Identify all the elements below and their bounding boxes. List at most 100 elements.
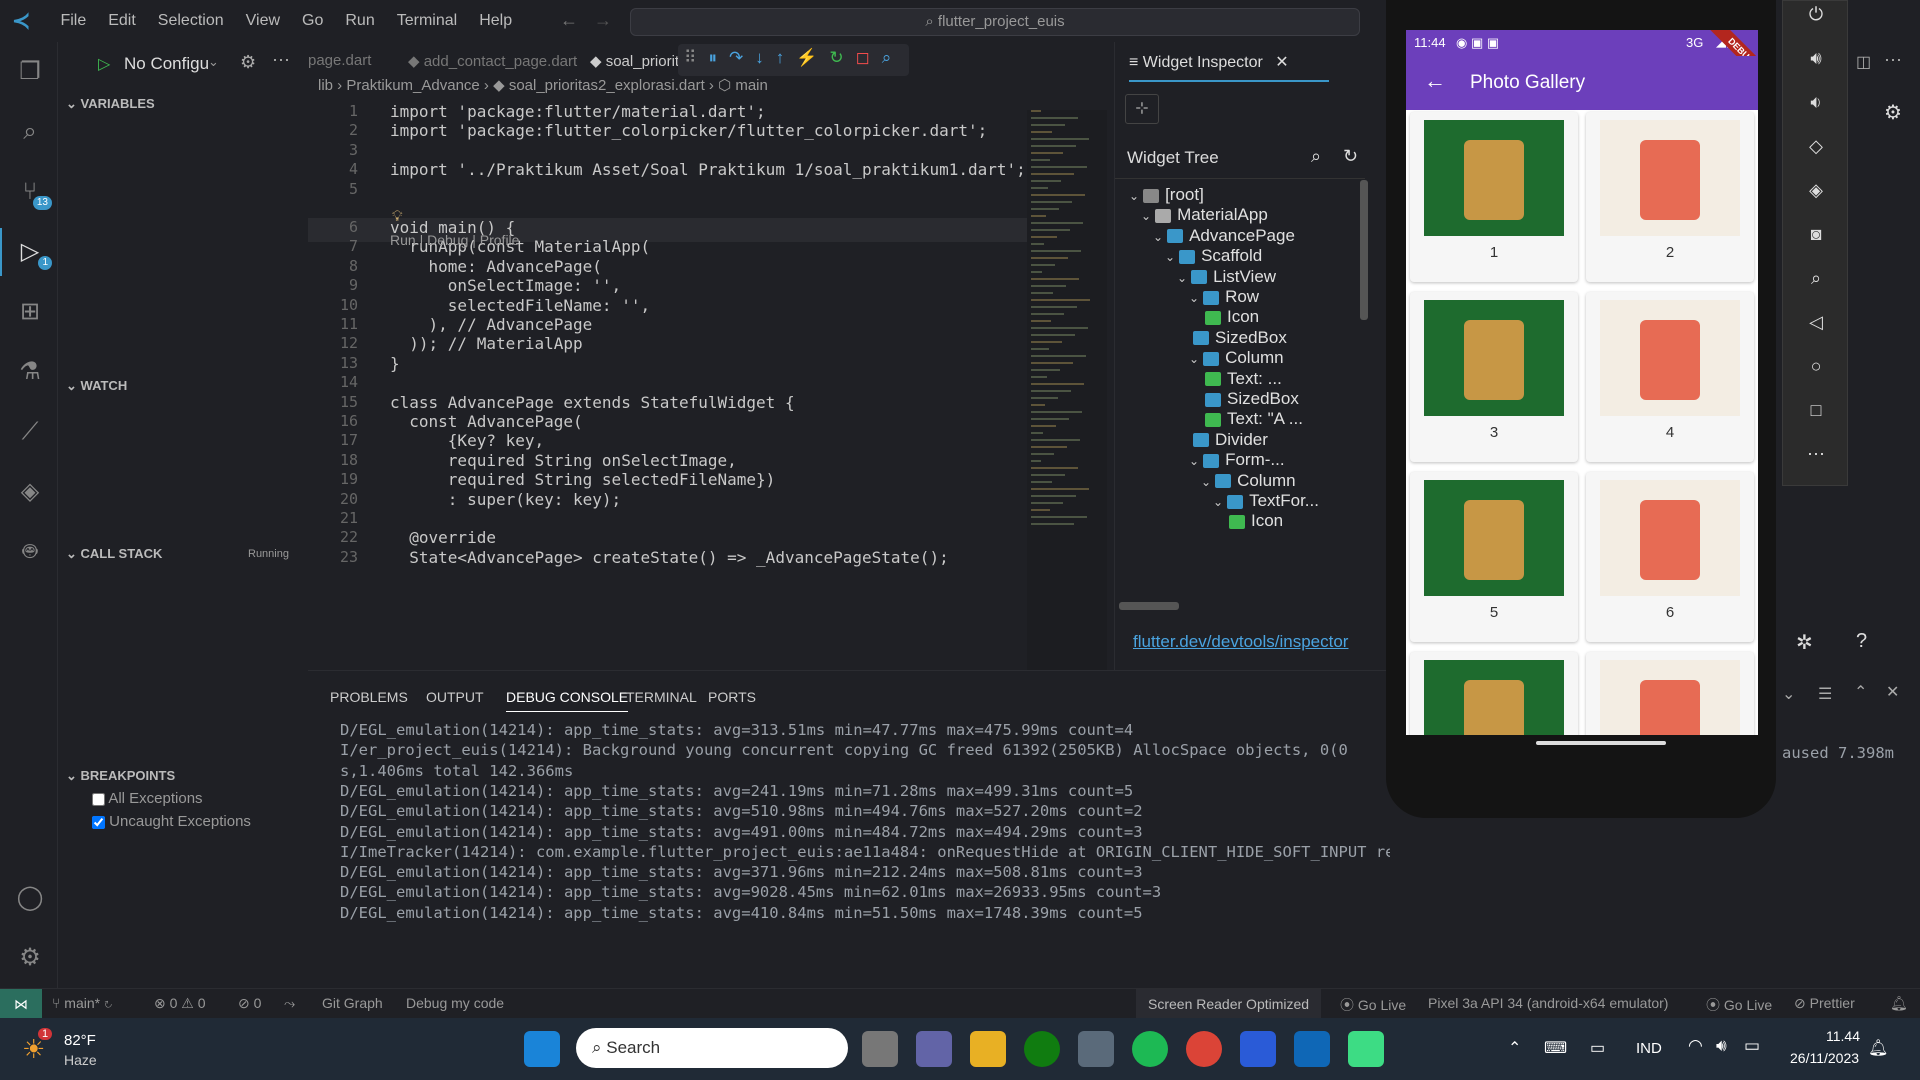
photo-card[interactable]: 4 xyxy=(1586,292,1754,462)
emulator-more-icon[interactable]: ⋯ xyxy=(1803,441,1829,467)
tree-node[interactable]: ⌄ Scaffold xyxy=(1165,246,1262,266)
tree-node[interactable]: Icon xyxy=(1225,511,1283,531)
chevron-down-icon[interactable]: ⌄ xyxy=(208,54,219,70)
lightbulb-icon[interactable]: 💡︎ xyxy=(392,208,403,225)
taskbar-search[interactable]: ⌕ Search xyxy=(576,1028,848,1068)
tree-node[interactable]: Icon xyxy=(1201,307,1259,327)
display-icon[interactable]: ▭ xyxy=(1590,1038,1605,1058)
go-live-2[interactable]: ⦿ Go Live xyxy=(1706,995,1772,1015)
stop-icon[interactable]: ◻ xyxy=(856,48,882,67)
tab-output[interactable]: OUTPUT xyxy=(426,689,484,705)
tree-node[interactable]: SizedBox xyxy=(1201,389,1299,409)
branch-indicator[interactable]: ⑂ main* ↻ xyxy=(52,995,112,1011)
extensions-icon[interactable]: ⊞ xyxy=(14,296,46,328)
volume-icon[interactable]: 🔊︎ xyxy=(1716,1036,1727,1056)
rotate-left-icon[interactable]: ◇ xyxy=(1803,133,1829,159)
chevron-up-icon[interactable]: ⌃ xyxy=(1508,1038,1521,1058)
expand-chevron-icon[interactable]: ⌄ xyxy=(1189,291,1199,305)
windows-start-icon[interactable] xyxy=(524,1031,560,1067)
photo-grid[interactable]: 1 2 3 4 5 6 xyxy=(1406,110,1758,735)
tree-node[interactable]: ⌄ Column xyxy=(1201,471,1296,491)
more-icon[interactable]: ⋯ xyxy=(272,50,290,71)
settings-gear-icon[interactable]: ⚙ xyxy=(14,942,46,974)
camera-icon[interactable]: ◙ xyxy=(1803,221,1829,247)
tree-refresh-icon[interactable]: ↻ xyxy=(1343,146,1358,167)
photo-card[interactable]: 2 xyxy=(1586,112,1754,282)
settings-icon[interactable]: ⚙ xyxy=(1884,100,1902,125)
spotify-icon[interactable] xyxy=(1132,1031,1168,1067)
console-clear-icon[interactable]: ☰ xyxy=(1818,684,1832,704)
tree-node[interactable]: SizedBox xyxy=(1189,328,1287,348)
volume-up-icon[interactable]: 🔊︎ xyxy=(1803,45,1829,71)
tab-ports[interactable]: PORTS xyxy=(708,689,756,705)
command-center-search[interactable]: ⌕ flutter_project_euis xyxy=(630,8,1360,36)
photo-card[interactable]: 6 xyxy=(1586,472,1754,642)
overview-nav-icon[interactable]: □ xyxy=(1803,397,1829,423)
problems-indicator[interactable]: ⊗ 0 ⚠ 0 xyxy=(154,995,206,1012)
breadcrumb-folder[interactable]: Praktikum_Advance xyxy=(346,77,479,94)
tree-node[interactable]: ⌄ TextFor... xyxy=(1213,491,1319,511)
account-icon[interactable]: ◯ xyxy=(14,882,46,914)
start-debug-icon[interactable]: ▷ xyxy=(98,54,110,74)
explorer-icon[interactable]: ❐ xyxy=(14,56,46,88)
language-indicator[interactable]: IND xyxy=(1636,1040,1662,1057)
remote-icon[interactable]: ◈ xyxy=(14,476,46,508)
expand-chevron-icon[interactable]: ⌄ xyxy=(1189,352,1199,366)
expand-chevron-icon[interactable]: ⌄ xyxy=(1129,189,1139,203)
back-arrow-icon[interactable]: ← xyxy=(560,10,578,31)
vscode-taskbar-icon[interactable] xyxy=(1294,1031,1330,1067)
keyboard-icon[interactable]: ⌨ xyxy=(1544,1038,1567,1058)
search-icon[interactable]: ⌕ xyxy=(14,116,46,148)
android-icon[interactable]: 🤖︎ xyxy=(14,536,46,568)
wifi-icon[interactable]: ◠ xyxy=(1688,1036,1703,1056)
pause-icon[interactable]: ⏸ xyxy=(708,48,729,67)
zoom-icon[interactable]: ⌕ xyxy=(1803,265,1829,291)
tab-page[interactable]: page.dart xyxy=(308,52,371,69)
debug-settings-icon[interactable]: ⚙ xyxy=(240,52,256,73)
tree-node[interactable]: ⌄ Row xyxy=(1189,287,1259,307)
devtools-link[interactable]: flutter.dev/devtools/inspector xyxy=(1133,632,1348,652)
select-widget-mode-button[interactable]: ⊹ xyxy=(1125,94,1159,124)
tree-scrollbar[interactable] xyxy=(1360,180,1368,320)
clock-time[interactable]: 11.44 xyxy=(1826,1028,1860,1044)
device-selector[interactable]: Pixel 3a API 34 (android-x64 emulator) xyxy=(1428,995,1668,1011)
testing-icon[interactable]: ⚗ xyxy=(14,356,46,388)
panel-maximize-icon[interactable]: ⌃ xyxy=(1854,682,1867,702)
forward-arrow-icon[interactable]: → xyxy=(594,10,612,31)
bell-icon[interactable]: 🔔︎ xyxy=(1890,995,1908,1012)
tab-widget-inspector[interactable]: ≡ Widget Inspector ✕ xyxy=(1129,52,1329,82)
photo-card[interactable]: 3 xyxy=(1410,292,1578,462)
android-studio-icon[interactable] xyxy=(1348,1031,1384,1067)
debug-my-code[interactable]: Debug my code xyxy=(406,995,504,1011)
photo-card[interactable]: 5 xyxy=(1410,472,1578,642)
more-actions-icon[interactable]: ⋯ xyxy=(1884,50,1902,71)
phone-screen[interactable]: 11:44 ◉ ▣ ▣ 3G ◢▮ DEBUG ← Photo Gallery … xyxy=(1406,30,1758,735)
menu-view[interactable]: View xyxy=(246,12,280,30)
debug-config-select[interactable]: No Configu xyxy=(124,54,209,74)
git-graph[interactable]: Git Graph xyxy=(322,995,383,1011)
photo-card[interactable] xyxy=(1410,652,1578,735)
breadcrumb-lib[interactable]: lib xyxy=(318,77,333,94)
inspect-icon[interactable]: ⌕ xyxy=(882,48,904,67)
clock-date[interactable]: 26/11/2023 xyxy=(1790,1050,1859,1066)
volume-down-icon[interactable]: 🔉︎ xyxy=(1803,89,1829,115)
close-icon[interactable]: ✕ xyxy=(1275,54,1288,71)
flutter-icon[interactable]: ⟋ xyxy=(14,416,46,448)
menu-selection[interactable]: Selection xyxy=(158,12,224,30)
word-icon[interactable] xyxy=(1240,1031,1276,1067)
menu-file[interactable]: File xyxy=(60,12,86,30)
tab-terminal[interactable]: TERMINAL xyxy=(626,689,697,705)
expand-chevron-icon[interactable]: ⌄ xyxy=(1189,454,1199,468)
tree-node[interactable]: ⌄ AdvancePage xyxy=(1153,226,1295,246)
breakpoint-all-checkbox[interactable] xyxy=(92,792,105,806)
step-out-icon[interactable]: ↑ xyxy=(776,48,797,67)
app-icon[interactable] xyxy=(1078,1031,1114,1067)
notification-icon[interactable]: 🔔︎ xyxy=(1868,1038,1888,1058)
menu-edit[interactable]: Edit xyxy=(108,12,136,30)
tree-search-icon[interactable]: ⌕ xyxy=(1311,146,1321,167)
expand-chevron-icon[interactable]: ⌄ xyxy=(1153,230,1163,244)
xbox-icon[interactable] xyxy=(1024,1031,1060,1067)
breadcrumb-file[interactable]: soal_prioritas2_explorasi.dart xyxy=(509,77,705,94)
drag-handle-icon[interactable]: ⠿ xyxy=(684,48,708,67)
tab-debug-console[interactable]: DEBUG CONSOLE xyxy=(506,689,629,712)
